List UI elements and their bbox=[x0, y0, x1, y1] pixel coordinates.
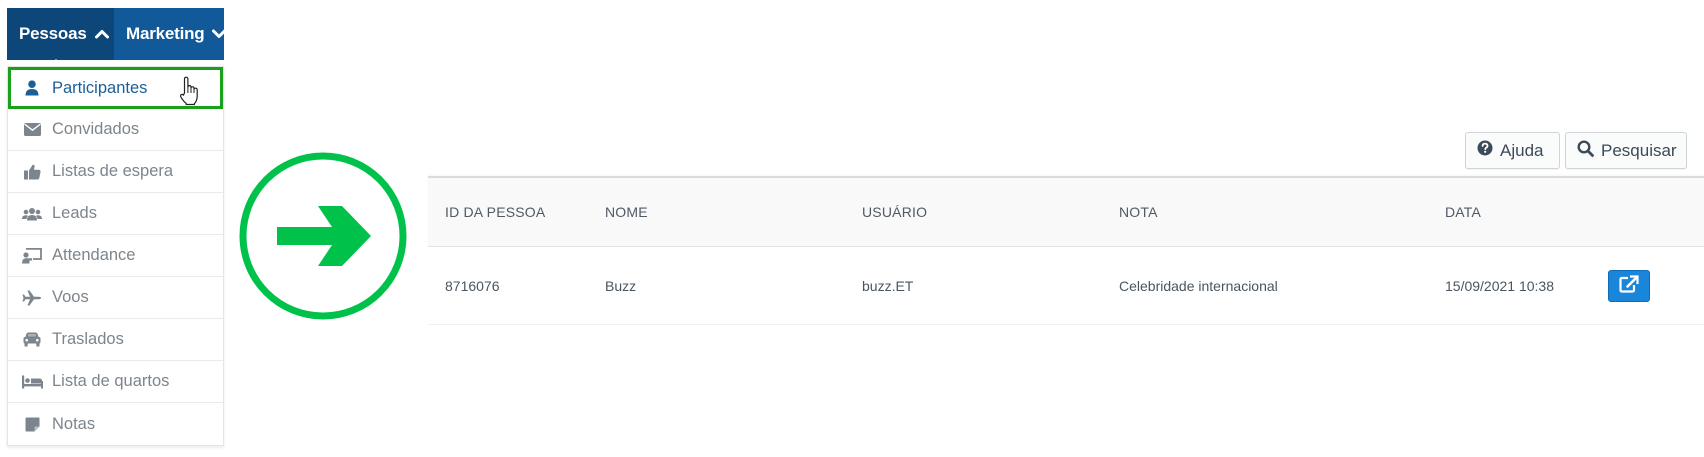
external-link-icon bbox=[1619, 274, 1639, 298]
plane-icon bbox=[21, 289, 43, 307]
cell-person-id: 8716076 bbox=[445, 277, 500, 294]
column-header-id[interactable]: ID DA PESSOA bbox=[445, 178, 545, 246]
nav-tab-pessoas[interactable]: Pessoas bbox=[7, 8, 114, 60]
help-button[interactable]: Ajuda bbox=[1465, 132, 1560, 169]
help-button-label: Ajuda bbox=[1500, 140, 1544, 160]
envelope-icon bbox=[21, 121, 43, 139]
car-icon bbox=[21, 331, 43, 349]
menu-item-label: Participantes bbox=[52, 78, 148, 97]
cell-note: Celebridade internacional bbox=[1119, 277, 1278, 294]
thumbs-up-icon bbox=[21, 163, 43, 181]
search-button-label: Pesquisar bbox=[1601, 140, 1677, 160]
column-header-date[interactable]: DATA bbox=[1445, 178, 1481, 246]
top-nav: Pessoas Marketing bbox=[7, 8, 226, 60]
menu-item-label: Traslados bbox=[52, 330, 124, 348]
menu-item-label: Notas bbox=[52, 414, 96, 433]
menu-item-label: Lista de quartos bbox=[52, 372, 170, 390]
sticky-note-icon bbox=[21, 415, 43, 433]
menu-item-attendance[interactable]: Attendance bbox=[8, 235, 223, 277]
menu-item-label: Voos bbox=[52, 288, 89, 306]
users-icon bbox=[21, 205, 43, 223]
menu-item-participantes[interactable]: Participantes bbox=[8, 67, 223, 109]
question-circle-icon bbox=[1477, 140, 1500, 161]
bed-icon bbox=[21, 373, 43, 391]
menu-item-label: Attendance bbox=[52, 246, 136, 264]
chalkboard-user-icon bbox=[21, 247, 43, 265]
search-button[interactable]: Pesquisar bbox=[1565, 132, 1687, 169]
table-row[interactable]: 8716076 Buzz buzz.ET Celebridade interna… bbox=[428, 247, 1704, 325]
menu-item-label: Listas de espera bbox=[52, 162, 174, 180]
nav-tab-marketing[interactable]: Marketing bbox=[114, 8, 226, 60]
cell-name: Buzz bbox=[605, 277, 637, 294]
cell-date: 15/09/2021 10:38 bbox=[1445, 277, 1554, 294]
cell-user: buzz.ET bbox=[862, 277, 914, 294]
search-icon bbox=[1577, 139, 1601, 162]
open-record-button[interactable] bbox=[1608, 270, 1650, 302]
column-header-name[interactable]: NOME bbox=[605, 178, 648, 246]
chevron-down-icon bbox=[211, 26, 226, 42]
chevron-up-icon bbox=[94, 26, 110, 42]
menu-item-lista-de-quartos[interactable]: Lista de quartos bbox=[8, 361, 223, 403]
menu-item-traslados[interactable]: Traslados bbox=[8, 319, 223, 361]
participants-table: ID DA PESSOA NOME USUÁRIO NOTA DATA 8716… bbox=[428, 176, 1704, 325]
menu-item-listas-de-espera[interactable]: Listas de espera bbox=[8, 151, 223, 193]
pessoas-dropdown-menu: Participantes Convidados Listas de esper… bbox=[7, 66, 224, 446]
table-header: ID DA PESSOA NOME USUÁRIO NOTA DATA bbox=[428, 176, 1704, 247]
arrow-right-circle-icon bbox=[237, 150, 409, 322]
menu-item-notas[interactable]: Notas bbox=[8, 403, 223, 445]
menu-item-convidados[interactable]: Convidados bbox=[8, 109, 223, 151]
menu-item-label: Convidados bbox=[52, 120, 140, 138]
menu-item-voos[interactable]: Voos bbox=[8, 277, 223, 319]
menu-item-leads[interactable]: Leads bbox=[8, 193, 223, 235]
dropdown-caret bbox=[49, 59, 63, 66]
menu-item-label: Leads bbox=[52, 204, 97, 222]
user-icon bbox=[21, 79, 43, 97]
column-header-note[interactable]: NOTA bbox=[1119, 178, 1158, 246]
nav-tab-label: Marketing bbox=[126, 24, 205, 43]
nav-tab-label: Pessoas bbox=[19, 24, 87, 43]
hand-pointer-cursor-icon bbox=[179, 76, 199, 111]
column-header-user[interactable]: USUÁRIO bbox=[862, 178, 927, 246]
